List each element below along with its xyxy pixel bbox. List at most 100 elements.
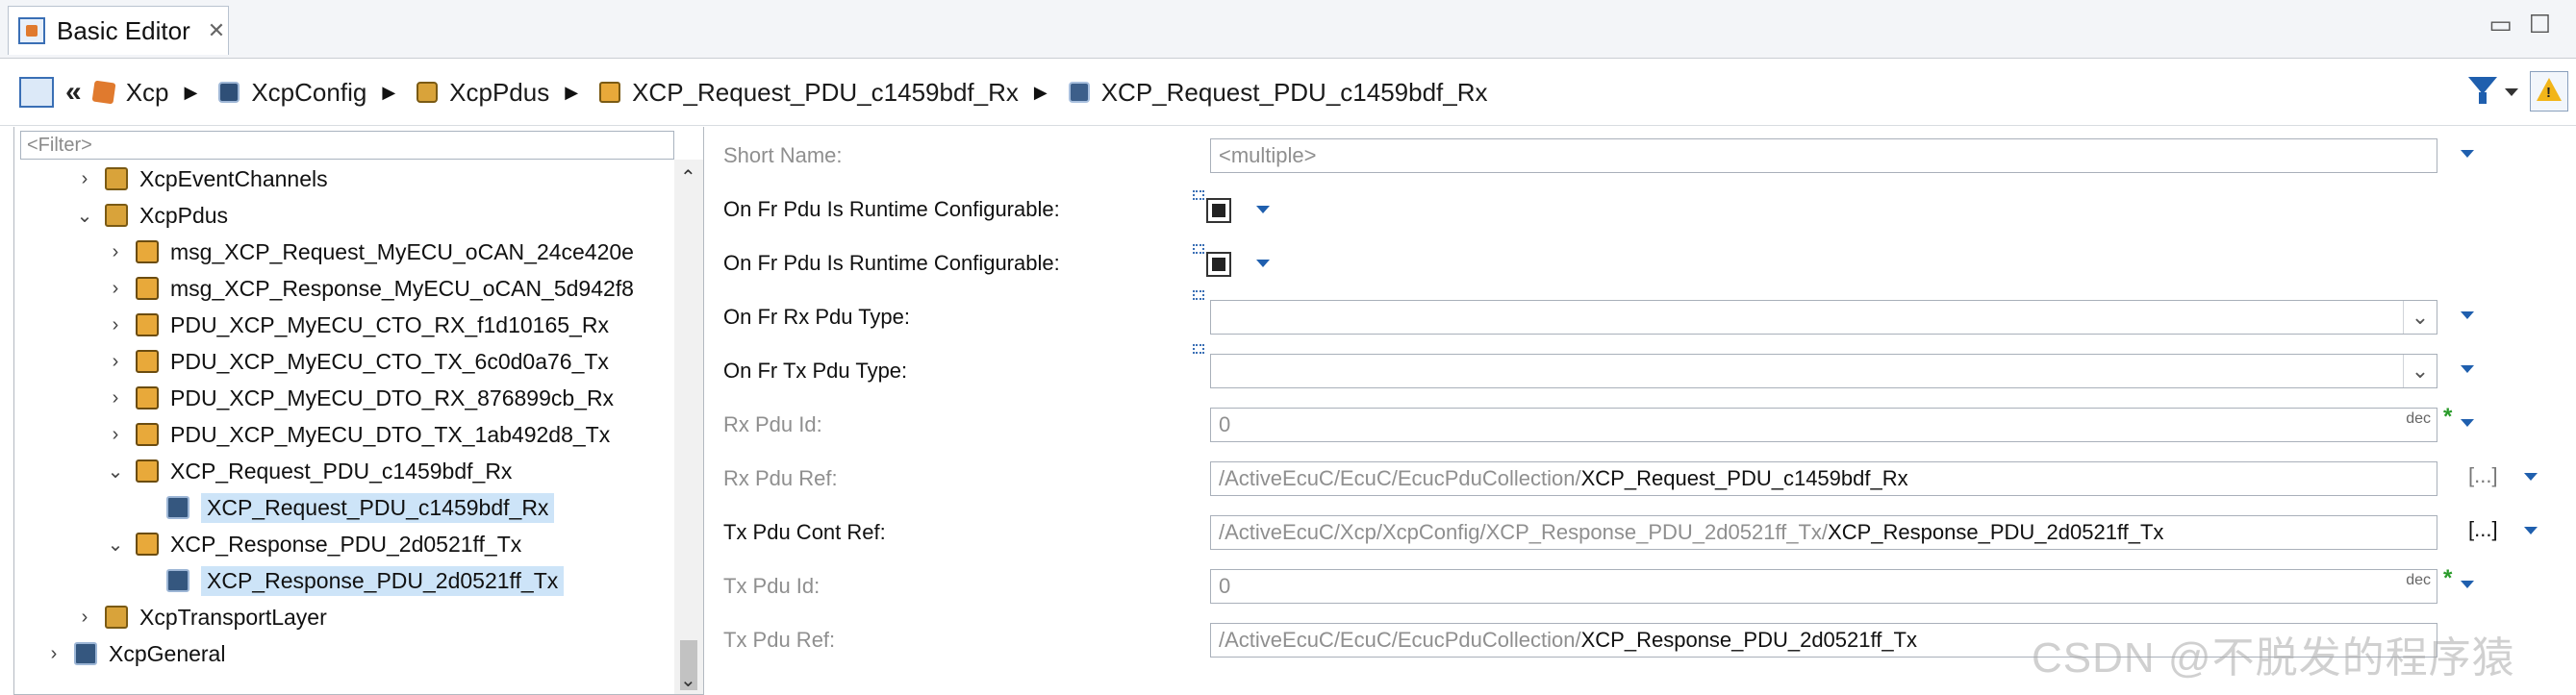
field-value: 0	[1219, 412, 1231, 436]
filter-input[interactable]: <Filter>	[20, 131, 674, 160]
config-marker-icon	[1193, 244, 1204, 254]
browse-button[interactable]: [...]	[2468, 463, 2498, 488]
breadcrumb-item-request-instance[interactable]: XCP_Request_PDU_c1459bdf_Rx	[1065, 78, 1488, 108]
tree-item[interactable]: XCP_Response_PDU_2d0521ff_Tx	[136, 563, 565, 598]
filter-icon[interactable]	[2468, 77, 2497, 106]
chevron-down-icon[interactable]: ⌄	[2403, 301, 2437, 334]
tree-item-label: XCP_Response_PDU_2d0521ff_Tx	[170, 531, 522, 557]
chevron-down-icon[interactable]	[1256, 260, 1270, 267]
expand-right-icon[interactable]: ›	[74, 607, 95, 629]
browse-button[interactable]: [...]	[2468, 517, 2498, 542]
calculated-marker-icon: *	[2443, 404, 2453, 430]
tree-item[interactable]: ⌄ XcpPdus	[74, 198, 228, 233]
chevron-down-icon[interactable]	[2461, 311, 2474, 319]
fr-runtime-label: On Fr Pdu Is Runtime Configurable:	[723, 251, 1060, 275]
ref-name: XCP_Response_PDU_2d0521ff_Tx	[1828, 520, 2164, 544]
tree-item-label: PDU_XCP_MyECU_CTO_TX_6c0d0a76_Tx	[170, 348, 609, 374]
maximize-icon[interactable]: ☐	[2529, 10, 2551, 39]
breadcrumb-item-request-pdu[interactable]: XCP_Request_PDU_c1459bdf_Rx	[595, 78, 1019, 108]
tree-item[interactable]: › msg_XCP_Request_MyECU_oCAN_24ce420e	[105, 235, 634, 269]
breadcrumb-label: XCP_Request_PDU_c1459bdf_Rx	[632, 77, 1019, 107]
field-value: 0	[1219, 574, 1231, 598]
tree-item-label: XcpEventChannels	[139, 165, 328, 191]
expand-right-icon[interactable]: ›	[105, 241, 126, 263]
rx-pdu-id-field[interactable]: 0 dec	[1210, 408, 2437, 442]
fr-runtime-checkbox[interactable]	[1206, 252, 1231, 277]
tab-label: Basic Editor	[57, 15, 190, 45]
rx-pdu-ref-field[interactable]: /ActiveEcuC/EcuC/EcucPduCollection/XCP_R…	[1210, 461, 2437, 496]
chevron-down-icon[interactable]	[1256, 206, 1270, 213]
scroll-down-icon[interactable]: ⌄	[680, 668, 696, 692]
expand-down-icon[interactable]: ⌄	[105, 459, 126, 484]
back-icon[interactable]: «	[65, 76, 82, 109]
tree-item[interactable]: ⌄ XCP_Response_PDU_2d0521ff_Tx	[105, 527, 522, 561]
folder-icon	[105, 204, 128, 227]
expand-right-icon[interactable]: ›	[43, 643, 64, 665]
minimize-icon[interactable]: ▭	[2488, 10, 2513, 39]
breadcrumb-arrow-icon[interactable]: ▶	[1034, 83, 1048, 103]
tx-pdu-cont-ref-field[interactable]: /ActiveEcuC/Xcp/XcpConfig/XCP_Response_P…	[1210, 515, 2437, 550]
tree-item[interactable]: › XcpGeneral	[43, 636, 226, 671]
breadcrumb-item-xcpconfig[interactable]: XcpConfig	[215, 78, 366, 108]
expand-down-icon[interactable]: ⌄	[74, 204, 95, 228]
chevron-down-icon[interactable]	[2461, 581, 2474, 588]
tree-item[interactable]: ⌄ XCP_Request_PDU_c1459bdf_Rx	[105, 454, 513, 488]
close-icon[interactable]: ✕	[208, 18, 225, 43]
short-name-field[interactable]: <multiple>	[1210, 138, 2437, 173]
expand-right-icon[interactable]: ›	[105, 387, 126, 410]
tx-pdu-id-field[interactable]: 0 dec	[1210, 569, 2437, 604]
rx-pdu-ref-row: Rx Pdu Ref: /ActiveEcuC/EcuC/EcucPduColl…	[706, 454, 2576, 504]
expand-down-icon[interactable]: ⌄	[105, 533, 126, 557]
tree-item[interactable]: › PDU_XCP_MyECU_DTO_TX_1ab492d8_Tx	[105, 417, 611, 452]
chevron-down-icon[interactable]	[2461, 150, 2474, 158]
tree-item[interactable]: › XcpTransportLayer	[74, 600, 327, 634]
chevron-down-icon[interactable]	[2461, 365, 2474, 373]
pdu-icon	[136, 313, 159, 336]
tx-pdu-cont-ref-label: Tx Pdu Cont Ref:	[723, 520, 886, 544]
outline-view-icon[interactable]	[19, 77, 54, 108]
tx-pdu-id-row: Tx Pdu Id: 0 dec *	[706, 561, 2576, 611]
breadcrumb-arrow-icon[interactable]: ▶	[565, 83, 578, 103]
breadcrumb: « Xcp ▶ XcpConfig ▶ XcpPdus ▶ XCP_Reques…	[19, 73, 1488, 112]
folder-icon	[105, 606, 128, 629]
tree-item[interactable]: › msg_XCP_Response_MyECU_oCAN_5d942f8	[105, 271, 634, 306]
chevron-down-icon[interactable]	[2524, 527, 2538, 534]
container-icon	[218, 82, 240, 103]
chevron-down-icon[interactable]	[2524, 473, 2538, 481]
short-name-row: Short Name: <multiple>	[706, 131, 2576, 181]
tree-item[interactable]: › PDU_XCP_MyECU_CTO_RX_f1d10165_Rx	[105, 308, 609, 342]
expand-right-icon[interactable]: ›	[105, 351, 126, 373]
ref-path: /ActiveEcuC/EcuC/EcucPduCollection/	[1219, 466, 1581, 490]
scroll-up-icon[interactable]: ⌃	[680, 165, 696, 189]
chevron-down-icon[interactable]	[2461, 419, 2474, 427]
pdu-icon	[599, 82, 621, 103]
breadcrumb-arrow-icon[interactable]: ▶	[185, 83, 198, 103]
tree-item-label: XcpPdus	[139, 202, 229, 228]
basic-editor-icon	[18, 17, 45, 44]
breadcrumb-arrow-icon[interactable]: ▶	[382, 83, 395, 103]
fr-rx-pdu-type-label: On Fr Rx Pdu Type:	[723, 305, 911, 329]
tree-item[interactable]: XCP_Request_PDU_c1459bdf_Rx	[136, 490, 555, 525]
tree-item[interactable]: › XcpEventChannels	[74, 161, 328, 196]
chevron-down-icon[interactable]	[2505, 88, 2518, 96]
tree-item-label: XcpTransportLayer	[139, 604, 327, 630]
inst-icon	[166, 496, 189, 519]
warning-icon[interactable]: !	[2530, 71, 2568, 112]
chevron-down-icon[interactable]: ⌄	[2403, 355, 2437, 387]
breadcrumb-item-xcppdus[interactable]: XcpPdus	[413, 78, 549, 108]
tree-scrollbar[interactable]: ⌃ ⌄	[674, 160, 703, 694]
expand-right-icon[interactable]: ›	[105, 314, 126, 336]
tab-basic-editor[interactable]: Basic Editor ✕	[8, 6, 229, 55]
breadcrumb-item-xcp[interactable]: Xcp	[89, 78, 169, 108]
tree-item[interactable]: › PDU_XCP_MyECU_CTO_TX_6c0d0a76_Tx	[105, 344, 609, 379]
fr-tx-pdu-type-select[interactable]: ⌄	[1210, 354, 2437, 388]
rx-pdu-id-label: Rx Pdu Id:	[723, 412, 822, 436]
expand-right-icon[interactable]: ›	[105, 278, 126, 300]
unit-label: dec	[2406, 410, 2431, 427]
expand-right-icon[interactable]: ›	[74, 168, 95, 190]
pdu-icon	[136, 423, 159, 446]
fr-rx-pdu-type-select[interactable]: ⌄	[1210, 300, 2437, 335]
expand-right-icon[interactable]: ›	[105, 424, 126, 446]
tree-item[interactable]: › PDU_XCP_MyECU_DTO_RX_876899cb_Rx	[105, 381, 614, 415]
fr-runtime-checkbox[interactable]	[1206, 198, 1231, 223]
